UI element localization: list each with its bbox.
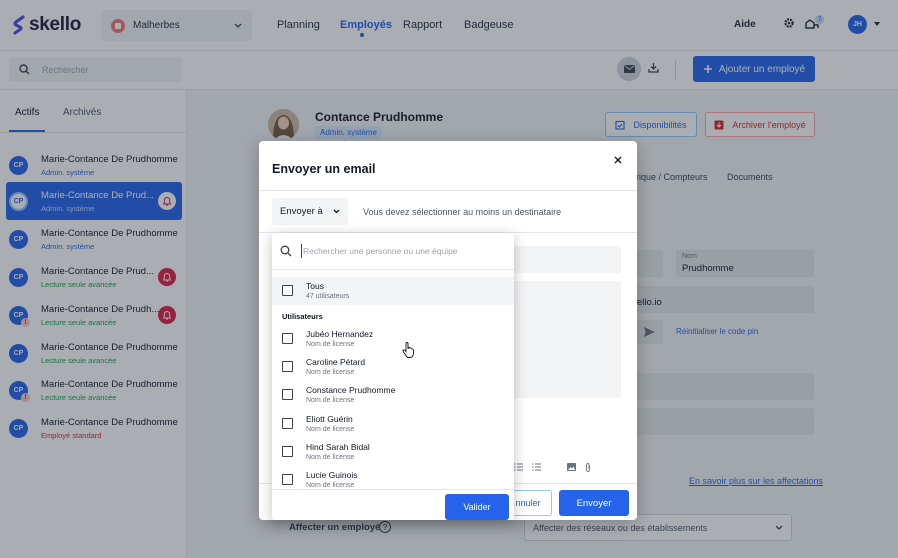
option-sub: Nom de license bbox=[306, 397, 355, 404]
validate-button[interactable]: Valider bbox=[445, 494, 509, 520]
modal-title: Envoyer un email bbox=[272, 162, 376, 176]
recipients-dropdown-button[interactable]: Envoyer à bbox=[272, 198, 348, 225]
recipient-option-all[interactable]: Tous 47 utilisateurs bbox=[272, 277, 514, 305]
checkbox[interactable] bbox=[282, 389, 293, 400]
checkbox[interactable] bbox=[282, 333, 293, 344]
checkbox[interactable] bbox=[282, 446, 293, 457]
hand-cursor-icon bbox=[402, 342, 414, 358]
numbered-list-icon[interactable] bbox=[532, 463, 541, 471]
users-section-label: Utilisateurs bbox=[282, 312, 323, 321]
checkbox[interactable] bbox=[282, 361, 293, 372]
option-name: Eliott Guérin bbox=[306, 414, 353, 424]
recipient-option[interactable]: Hind Sarah Bidal Nom de license bbox=[272, 438, 514, 466]
option-sub: Nom de license bbox=[306, 341, 355, 348]
message-body-field[interactable] bbox=[509, 281, 621, 398]
option-sub: Nom de license bbox=[306, 369, 355, 376]
option-name: Tous bbox=[306, 281, 324, 291]
search-icon bbox=[280, 245, 292, 257]
option-sub: Nom de license bbox=[306, 426, 355, 433]
recipient-option[interactable]: Jubéo Hernandez Nom de license bbox=[272, 325, 514, 353]
text-cursor bbox=[301, 244, 302, 258]
option-name: Jubéo Hernandez bbox=[306, 329, 374, 339]
recipients-dropdown: Rechercher une personne ou une équipe To… bbox=[272, 233, 514, 520]
list-icon[interactable] bbox=[514, 463, 523, 471]
recipient-search-input[interactable]: Rechercher une personne ou une équipe bbox=[272, 233, 514, 270]
recipient-option[interactable]: Eliott Guérin Nom de license bbox=[272, 410, 514, 438]
subject-field[interactable] bbox=[509, 246, 621, 273]
close-icon[interactable] bbox=[613, 155, 623, 165]
dropdown-footer: Valider bbox=[272, 489, 514, 520]
chevron-down-icon bbox=[333, 209, 340, 214]
option-sub: 47 utilisateurs bbox=[306, 293, 350, 300]
send-button[interactable]: Envoyer bbox=[559, 490, 629, 516]
checkbox[interactable] bbox=[282, 418, 293, 429]
recipient-option[interactable]: Constance Prudhomme Nom de license bbox=[272, 381, 514, 409]
option-name: Lucie Guinois bbox=[306, 470, 358, 480]
modal-divider bbox=[259, 190, 637, 191]
recipient-option[interactable]: Caroline Pétard Nom de license bbox=[272, 353, 514, 381]
recipient-search-placeholder: Rechercher une personne ou une équipe bbox=[303, 246, 458, 256]
send-to-label: Envoyer à bbox=[280, 206, 323, 217]
image-icon[interactable] bbox=[567, 463, 576, 471]
recipient-hint: Vous devez sélectionner au moins un dest… bbox=[363, 207, 562, 217]
attachment-icon[interactable] bbox=[585, 463, 591, 472]
checkbox[interactable] bbox=[282, 285, 293, 296]
option-sub: Nom de license bbox=[306, 454, 355, 461]
option-name: Caroline Pétard bbox=[306, 357, 366, 367]
option-name: Constance Prudhomme bbox=[306, 385, 396, 395]
option-sub: Nom de license bbox=[306, 482, 355, 489]
checkbox[interactable] bbox=[282, 474, 293, 485]
option-name: Hind Sarah Bidal bbox=[306, 442, 370, 452]
